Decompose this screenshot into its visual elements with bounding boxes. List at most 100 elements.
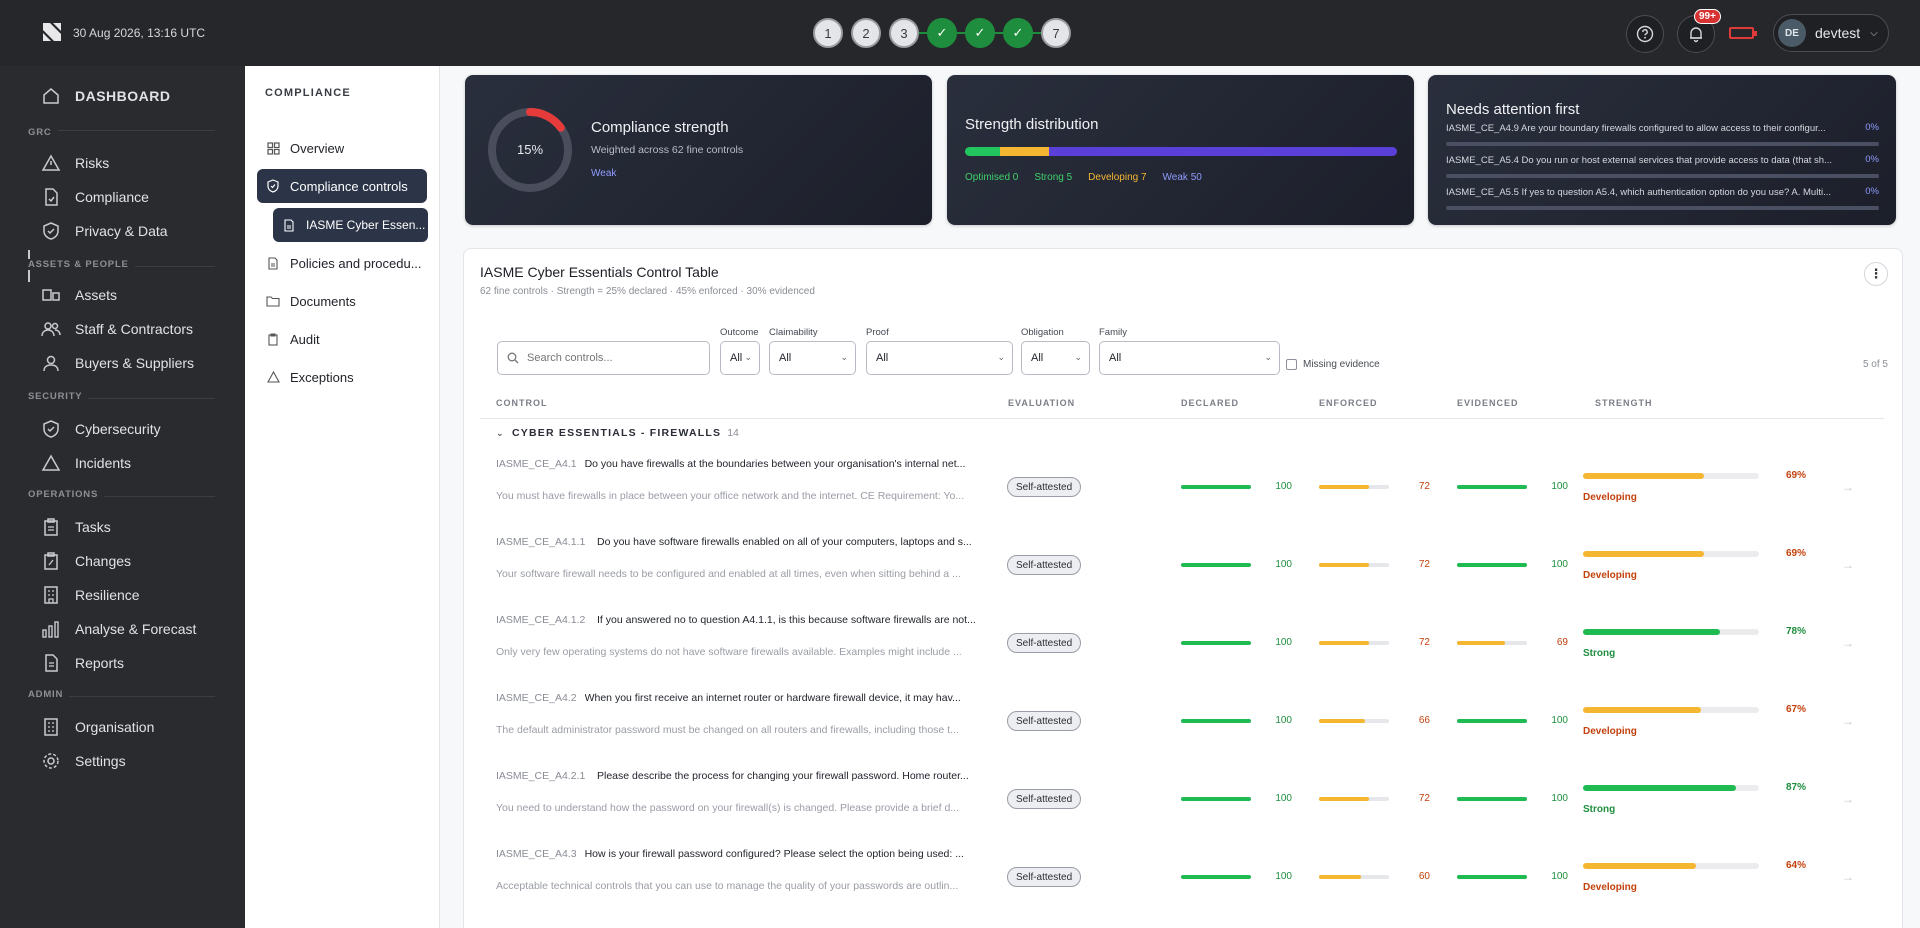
subnav-documents[interactable]: Documents xyxy=(257,284,427,318)
table-row[interactable]: IASME_CE_A4.2 When you first receive an i… xyxy=(480,684,1884,762)
help-button[interactable] xyxy=(1626,15,1664,53)
strength-fill xyxy=(1583,551,1705,557)
sidebar-item-settings[interactable]: Settings xyxy=(40,750,126,772)
table-row[interactable]: IASME_CE_A4.1.1 Do you have software fire… xyxy=(480,528,1884,606)
sidebar-item-staff[interactable]: Staff & Contractors xyxy=(40,318,193,340)
table-row[interactable]: IASME_CE_A4.1.2 If you answered no to que… xyxy=(480,606,1884,684)
strength-fill xyxy=(1583,785,1737,791)
subnav-label: Overview xyxy=(290,140,345,156)
strength-level: Developing xyxy=(1583,726,1637,737)
attention-item[interactable]: IASME_CE_A4.9 Are your boundary firewall… xyxy=(1446,122,1879,146)
sidebar-item-label: Compliance xyxy=(75,189,149,205)
sidebar-item-changes[interactable]: Changes xyxy=(40,550,131,572)
step-2[interactable]: 2 xyxy=(851,18,881,48)
control-id[interactable]: IASME_CE_A4.3 xyxy=(496,848,577,860)
table-row[interactable]: IASME_CE_A4.2.1 Please describe the proce… xyxy=(480,762,1884,840)
warning-icon xyxy=(40,152,62,174)
strength-fill xyxy=(1583,863,1696,869)
enforced-bar xyxy=(1319,641,1389,645)
subnav-label: Exceptions xyxy=(290,369,354,385)
claimability-select[interactable]: All ⌄ xyxy=(769,341,856,375)
subnav-iasme-cyber-essentials[interactable]: IASME Cyber Essen... xyxy=(273,208,428,242)
more-options-button[interactable]: ⋮ xyxy=(1864,262,1888,286)
sidebar-item-label: Reports xyxy=(75,655,125,671)
arrow-right-icon[interactable]: → xyxy=(1842,714,1854,728)
subnav-exceptions[interactable]: Exceptions xyxy=(257,360,427,394)
evidenced-fill xyxy=(1457,797,1527,801)
subnav-compliance-controls[interactable]: Compliance controls xyxy=(257,169,427,203)
document-icon xyxy=(281,218,297,232)
step-6[interactable]: ✓ xyxy=(1003,18,1033,48)
proof-select[interactable]: All ⌄ xyxy=(866,341,1013,375)
arrow-right-icon[interactable]: → xyxy=(1842,636,1854,650)
col-strength: STRENGTH xyxy=(1595,398,1653,408)
sidebar-item-privacy[interactable]: Privacy & Data xyxy=(40,220,168,242)
sidebar-item-resilience[interactable]: Resilience xyxy=(40,584,140,606)
sidebar-item-dashboard[interactable]: DASHBOARD xyxy=(40,85,171,107)
outcome-select[interactable]: All ⌄ xyxy=(720,341,760,375)
control-question[interactable]: When you first receive an internet route… xyxy=(585,692,981,704)
control-id[interactable]: IASME_CE_A4.1.1 xyxy=(496,536,585,548)
control-id[interactable]: IASME_CE_A4.2.1 xyxy=(496,770,585,782)
attention-item[interactable]: IASME_CE_A5.5 If yes to question A5.4, w… xyxy=(1446,186,1879,210)
attention-item[interactable]: IASME_CE_A5.4 Do you run or host externa… xyxy=(1446,154,1879,178)
control-id[interactable]: IASME_CE_A4.2 xyxy=(496,692,577,704)
sidebar-item-tasks[interactable]: Tasks xyxy=(40,516,111,538)
sidebar-item-label: Incidents xyxy=(75,455,132,471)
legend-optimised: Optimised 0 xyxy=(965,172,1019,183)
subnav-policies[interactable]: Policies and procedu... xyxy=(257,246,427,280)
arrow-right-icon[interactable]: → xyxy=(1842,558,1854,572)
group-header[interactable]: ⌄ CYBER ESSENTIALS - FIREWALLS 14 xyxy=(480,420,1884,446)
help-icon xyxy=(1636,25,1654,43)
section-label-admin: ADMIN xyxy=(28,689,70,700)
step-1[interactable]: 1 xyxy=(813,18,843,48)
strength-level: Strong xyxy=(1583,804,1616,815)
evidenced-fill xyxy=(1457,641,1506,645)
table-row[interactable]: IASME_CE_A4.1 Do you have firewalls at th… xyxy=(480,450,1884,528)
control-question[interactable]: Please describe the process for changing… xyxy=(597,770,981,782)
section-label-grc: GRC xyxy=(28,127,58,138)
search-input[interactable] xyxy=(527,352,697,364)
subnav-overview[interactable]: Overview xyxy=(257,131,427,165)
control-question[interactable]: If you answered no to question A4.1.1, i… xyxy=(597,614,981,626)
subnav-audit[interactable]: Audit xyxy=(257,322,427,356)
sidebar-item-assets[interactable]: Assets xyxy=(40,284,117,306)
subnav-label: IASME Cyber Essen... xyxy=(306,218,426,232)
user-menu[interactable]: DE devtest ⌵ xyxy=(1773,14,1889,52)
control-id[interactable]: IASME_CE_A4.1 xyxy=(496,458,577,470)
step-7[interactable]: 7 xyxy=(1041,18,1071,48)
enforced-fill xyxy=(1319,719,1366,723)
strength-bar xyxy=(1583,863,1759,869)
step-4[interactable]: ✓ xyxy=(927,18,957,48)
control-question[interactable]: Do you have firewalls at the boundaries … xyxy=(585,458,981,470)
arrow-right-icon[interactable]: → xyxy=(1842,480,1854,494)
sidebar-item-compliance[interactable]: Compliance xyxy=(40,186,149,208)
app-logo[interactable] xyxy=(40,20,64,44)
sidebar-item-risks[interactable]: Risks xyxy=(40,152,109,174)
control-id[interactable]: IASME_CE_A4.1.2 xyxy=(496,614,585,626)
missing-evidence-checkbox[interactable] xyxy=(1286,359,1297,370)
control-question[interactable]: Do you have software firewalls enabled o… xyxy=(597,536,981,548)
evidenced-fill xyxy=(1457,563,1527,567)
compliance-strength-card: 15% Compliance strength Weighted across … xyxy=(465,75,932,225)
step-5[interactable]: ✓ xyxy=(965,18,995,48)
control-description: You must have firewalls in place between… xyxy=(496,490,965,502)
search-input-wrap[interactable] xyxy=(497,341,710,375)
arrow-right-icon[interactable]: → xyxy=(1842,792,1854,806)
obligation-select[interactable]: All ⌄ xyxy=(1021,341,1090,375)
table-row[interactable]: IASME_CE_A4.3 How is your firewall passwo… xyxy=(480,840,1884,918)
sidebar-item-organisation[interactable]: Organisation xyxy=(40,716,154,738)
family-select[interactable]: All ⌄ xyxy=(1099,341,1280,375)
evaluation-badge: Self-attested xyxy=(1007,477,1082,497)
missing-evidence-toggle[interactable]: Missing evidence xyxy=(1286,359,1380,370)
sidebar-item-reports[interactable]: Reports xyxy=(40,652,124,674)
step-3[interactable]: 3 xyxy=(889,18,919,48)
control-question[interactable]: How is your firewall password configured… xyxy=(585,848,981,860)
sidebar-item-buyers[interactable]: Buyers & Suppliers xyxy=(40,352,194,374)
enforced-fill xyxy=(1319,875,1361,879)
sidebar-item-incidents[interactable]: Incidents xyxy=(40,452,131,474)
evaluation-badge: Self-attested xyxy=(1007,867,1082,887)
sidebar-item-cybersecurity[interactable]: Cybersecurity xyxy=(40,418,161,440)
sidebar-item-analyse[interactable]: Analyse & Forecast xyxy=(40,618,196,640)
arrow-right-icon[interactable]: → xyxy=(1842,870,1854,884)
